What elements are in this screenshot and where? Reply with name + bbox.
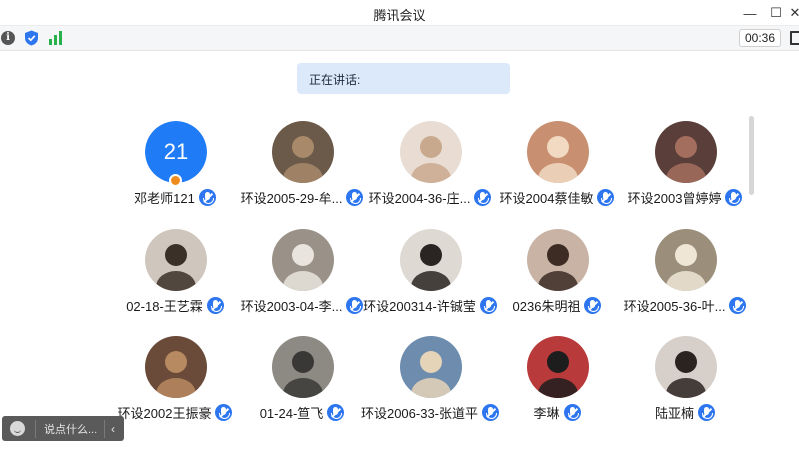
avatar: [400, 121, 462, 183]
fullscreen-icon[interactable]: [790, 31, 799, 45]
avatar: [527, 121, 589, 183]
avatar: [400, 336, 462, 398]
window-title: 腾讯会议: [373, 8, 426, 23]
chat-input-bar[interactable]: 说点什么... ‹: [2, 416, 124, 441]
participant-name-row: 环设2005-36-叶...: [590, 296, 780, 315]
participant-name: 环设2005-36-叶...: [623, 299, 726, 314]
avatar: [527, 336, 589, 398]
avatar: [272, 336, 334, 398]
participant-name: 环设2005-29-牟...: [240, 191, 343, 206]
participant-name: 环设2006-33-张道平: [360, 406, 479, 421]
speaking-indicator: 正在讲话:: [297, 63, 510, 94]
maximize-button[interactable]: ☐: [767, 4, 785, 22]
participant-name: 0236朱明祖: [512, 299, 581, 314]
participant-name: 环设2003曾婷婷: [627, 191, 722, 206]
participant-tile[interactable]: 陆亚楠: [620, 336, 750, 436]
mic-muted-icon: [725, 189, 743, 206]
participant-name: 环设2004蔡佳敏: [499, 191, 594, 206]
collapse-icon[interactable]: ‹: [111, 422, 115, 436]
participant-name: 02-18-王艺霖: [126, 299, 203, 314]
participant-name: 环设2004-36-庄...: [368, 191, 471, 206]
divider: [104, 419, 105, 438]
participant-tile[interactable]: 环设2005-36-叶...: [620, 229, 750, 329]
participant-name: 环设2003-04-李...: [240, 299, 343, 314]
info-icon[interactable]: i: [1, 31, 15, 45]
meeting-info-bar: i 00:36: [0, 26, 799, 51]
avatar: [527, 229, 589, 291]
mic-muted-icon: [563, 404, 581, 421]
title-bar: 腾讯会议 — ☐ ✕: [0, 0, 799, 26]
avatar: [655, 229, 717, 291]
shield-icon[interactable]: [24, 30, 39, 46]
mic-muted-icon: [729, 297, 747, 314]
minimize-button[interactable]: —: [741, 4, 759, 22]
host-badge-icon: [169, 174, 182, 187]
participant-name-row: 陆亚楠: [590, 403, 780, 422]
avatar: [272, 121, 334, 183]
participant-name: 01-24-笪飞: [259, 406, 324, 421]
avatar: [272, 229, 334, 291]
close-button[interactable]: ✕: [786, 4, 799, 22]
emoji-icon[interactable]: [10, 421, 25, 436]
participant-name: 陆亚楠: [654, 406, 694, 421]
meeting-timer: 00:36: [739, 29, 781, 47]
participant-tile[interactable]: 环设2003曾婷婷: [620, 121, 750, 221]
participant-name: 环设2002王振豪: [117, 406, 212, 421]
participant-name: 邓老师121: [134, 191, 195, 206]
avatar: [145, 336, 207, 398]
participant-name-row: 环设2003曾婷婷: [590, 188, 780, 207]
divider: [35, 419, 36, 438]
avatar: [655, 336, 717, 398]
avatar: [655, 121, 717, 183]
avatar: [400, 229, 462, 291]
signal-icon[interactable]: [48, 31, 63, 45]
participant-name: 环设200314-许铖莹: [363, 299, 476, 314]
chat-input[interactable]: 说点什么...: [44, 421, 104, 437]
mic-muted-icon: [698, 404, 715, 421]
participant-name: 李琳: [533, 406, 560, 421]
avatar: [145, 229, 207, 291]
